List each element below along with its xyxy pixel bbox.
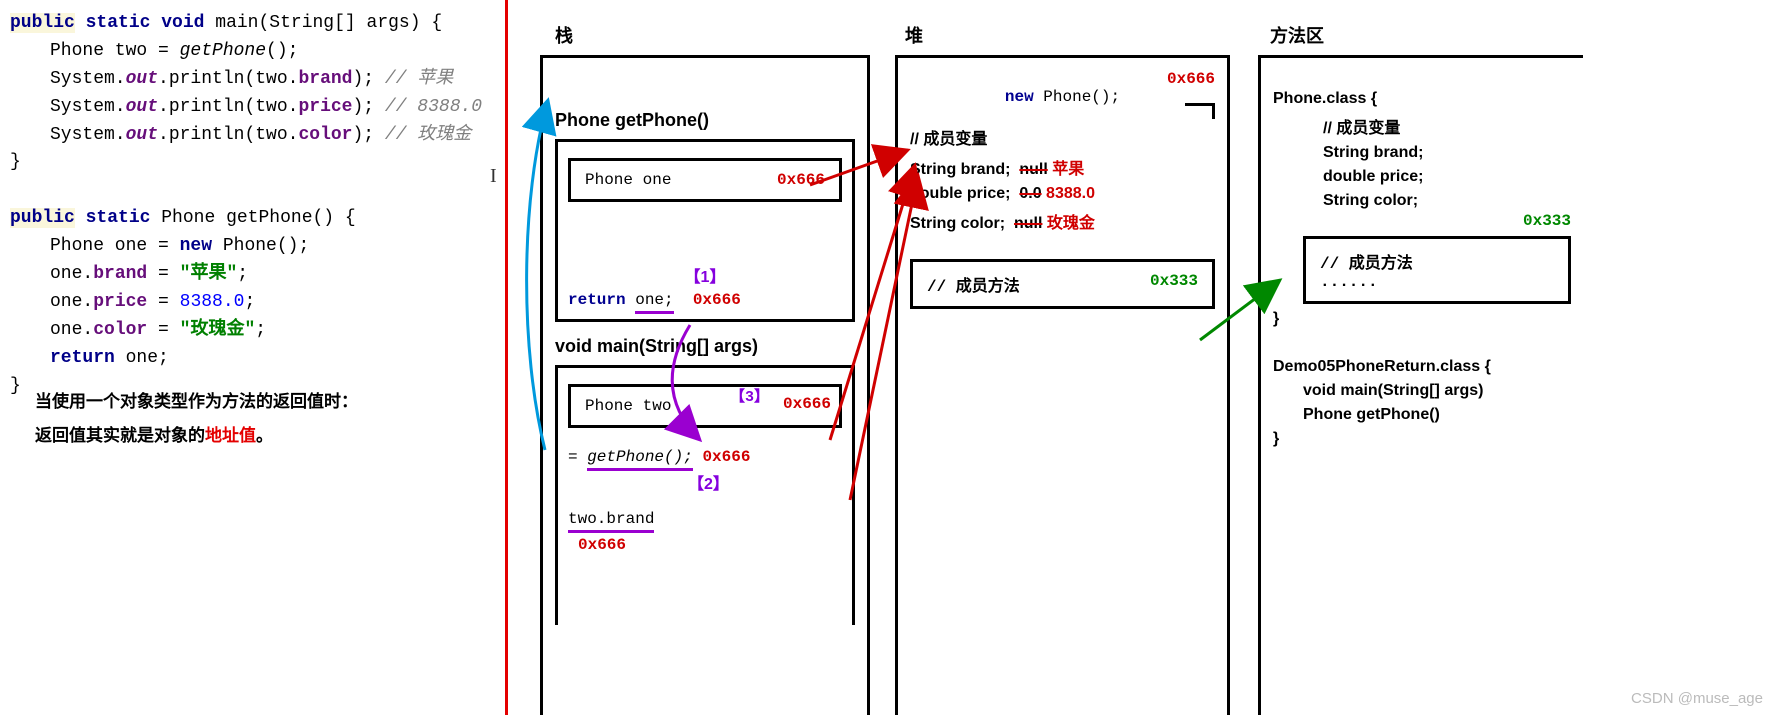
- step-2-label: 【2】: [688, 470, 842, 494]
- stack-label: 栈: [555, 22, 573, 48]
- var-two-box: Phone two 【3】 0x666: [568, 384, 842, 428]
- explanation-note: 当使用一个对象类型作为方法的返回值时： 返回值其实就是对象的地址值。: [35, 385, 358, 453]
- heap-methods-box: // 成员方法 0x333: [910, 259, 1215, 309]
- step-1-label: 【1】: [568, 263, 842, 287]
- heap-panel: 0x666 new Phone(); // 成员变量 String brand;…: [895, 55, 1230, 715]
- phone-class-block: Phone.class { // 成员变量 String brand; doub…: [1273, 90, 1571, 328]
- demo-class-block: Demo05PhoneReturn.class { void main(Stri…: [1273, 358, 1571, 448]
- heap-addr: 0x666: [910, 70, 1215, 88]
- separator-line: [505, 0, 508, 715]
- heap-members-block: // 成员变量 String brand; null 苹果 double pri…: [910, 125, 1215, 233]
- ma-addr: 0x333: [1273, 212, 1571, 230]
- main-frame: Phone two 【3】 0x666 = getPhone(); 0x666 …: [555, 365, 855, 625]
- code-block: public static void main(String[] args) {…: [0, 0, 505, 410]
- main-frame-title: void main(String[] args): [555, 336, 855, 357]
- stack-panel: Phone getPhone() Phone one 0x666 【1】 ret…: [540, 55, 870, 715]
- var-one-box: Phone one 0x666: [568, 158, 842, 202]
- watermark: CSDN @muse_age: [1631, 690, 1763, 707]
- getphone-frame: Phone one 0x666 【1】 return one; 0x666: [555, 139, 855, 322]
- new-phone-expr: new Phone();: [910, 88, 1215, 106]
- method-area-panel: Phone.class { // 成员变量 String brand; doub…: [1258, 55, 1583, 715]
- step-3-label: 【3】: [730, 385, 769, 406]
- method-area-label: 方法区: [1270, 22, 1324, 48]
- getphone-frame-title: Phone getPhone(): [555, 110, 855, 131]
- text-cursor-icon: I: [490, 165, 497, 188]
- ma-methods-box: // 成员方法 ......: [1303, 236, 1571, 304]
- heap-label: 堆: [905, 22, 923, 48]
